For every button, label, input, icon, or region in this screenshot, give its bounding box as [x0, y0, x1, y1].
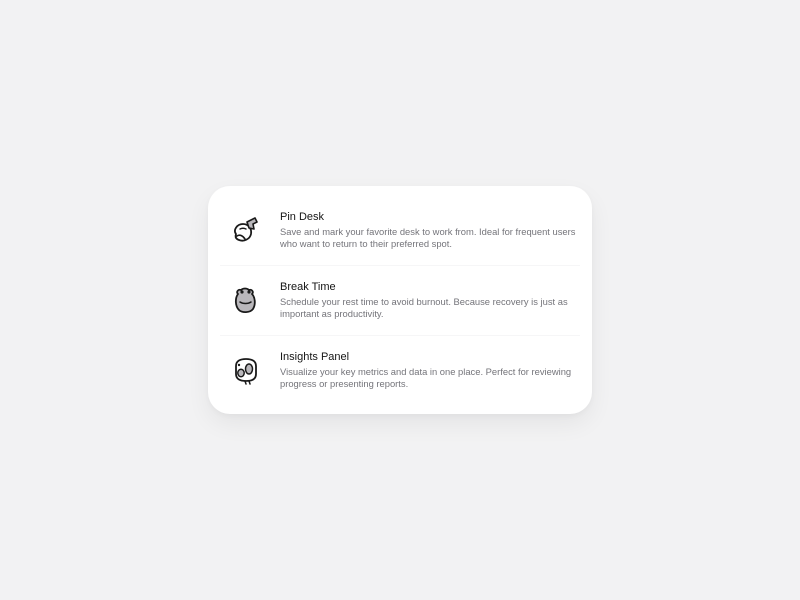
- feature-title: Break Time: [280, 281, 336, 293]
- feature-item-pin-desk[interactable]: Pin Desk Save and mark your favorite des…: [220, 196, 580, 266]
- feature-item-insights-panel[interactable]: Insights Panel Visualize your key metric…: [220, 336, 580, 406]
- feature-title: Insights Panel: [280, 351, 350, 363]
- feature-title: Pin Desk: [280, 211, 325, 223]
- features-card: Pin Desk Save and mark your favorite des…: [208, 186, 592, 414]
- pin-desk-icon: [228, 212, 264, 248]
- break-time-icon: [228, 282, 264, 318]
- insights-panel-icon: [228, 352, 264, 388]
- feature-description: Schedule your rest time to avoid burnout…: [280, 296, 568, 319]
- feature-item-break-time[interactable]: Break Time Schedule your rest time to av…: [220, 266, 580, 336]
- feature-description: Visualize your key metrics and data in o…: [280, 366, 572, 389]
- feature-description: Save and mark your favorite desk to work…: [280, 226, 576, 249]
